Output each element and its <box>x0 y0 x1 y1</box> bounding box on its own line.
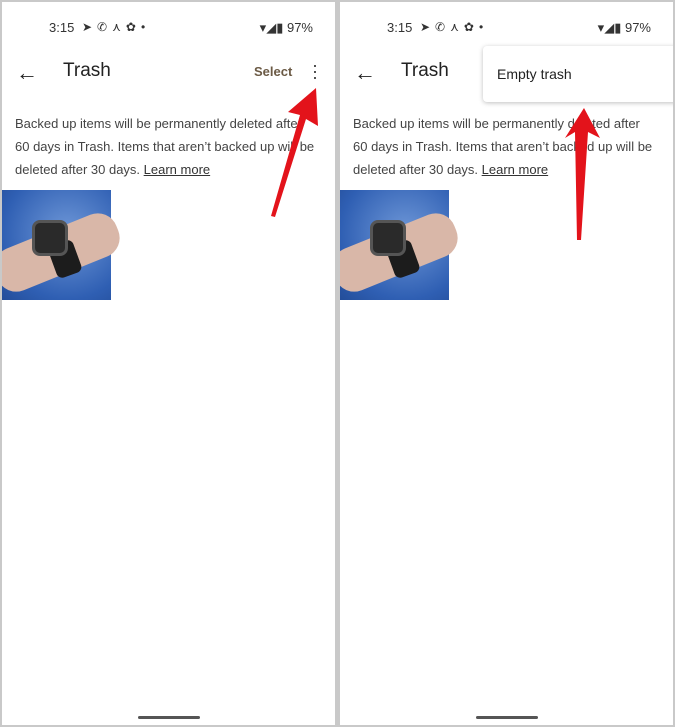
page-title: Trash <box>63 60 111 81</box>
battery-level: 97% <box>286 20 313 35</box>
learn-more-link[interactable]: Learn more <box>144 162 210 177</box>
home-indicator[interactable] <box>476 716 538 719</box>
status-bar: 3:15 ➤✆⋏✿• ▾◢▮ 97% <box>340 20 673 40</box>
more-options-icon[interactable]: · · · <box>312 56 318 86</box>
back-arrow-icon[interactable]: ← <box>354 60 376 86</box>
status-time: 3:15 <box>49 20 75 35</box>
learn-more-link[interactable]: Learn more <box>482 162 548 177</box>
photo-thumbnail[interactable] <box>340 190 464 300</box>
wifi-signal-battery-icon: ▾◢▮ <box>597 20 625 35</box>
page-title: Trash <box>401 60 449 81</box>
menu-item-empty-trash[interactable]: Empty trash <box>497 66 572 82</box>
trash-description: Backed up items will be permanently dele… <box>353 116 653 177</box>
trash-description: Backed up items will be permanently dele… <box>15 116 315 177</box>
select-button[interactable]: Select <box>254 64 292 79</box>
status-bar: 3:15 ➤✆⋏✿• ▾◢▮ 97% <box>2 20 335 40</box>
screen-before: 3:15 ➤✆⋏✿• ▾◢▮ 97% ← Trash Select · · · Ba… <box>2 2 335 725</box>
home-indicator[interactable] <box>138 716 200 719</box>
battery-level: 97% <box>624 20 651 35</box>
photo-thumbnail[interactable] <box>2 190 126 300</box>
back-arrow-icon[interactable]: ← <box>16 60 38 86</box>
screen-after: 3:15 ➤✆⋏✿• ▾◢▮ 97% ← Trash Backed up ite… <box>340 2 673 725</box>
notification-icons: ➤✆⋏✿• <box>82 20 151 34</box>
status-time: 3:15 <box>387 20 413 35</box>
notification-icons: ➤✆⋏✿• <box>420 20 489 34</box>
wifi-signal-battery-icon: ▾◢▮ <box>259 20 287 35</box>
overflow-menu: Empty trash <box>483 46 673 102</box>
